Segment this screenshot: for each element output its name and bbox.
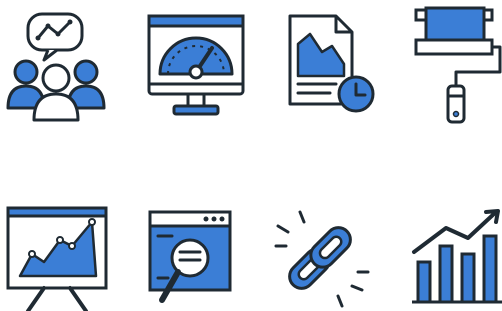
browser-search-magnifier-icon — [148, 210, 232, 303]
icon-sheet — [0, 0, 502, 311]
presentation-board-chart-icon — [6, 206, 108, 311]
team-discussion-analytics-icon — [6, 12, 106, 122]
growth-bar-chart-icon — [412, 209, 502, 304]
paint-roller-icon — [414, 6, 502, 124]
document-chart-clock-icon — [288, 14, 375, 113]
broken-chain-link-icon — [274, 210, 370, 308]
icon-grid — [6, 6, 502, 311]
speedometer-monitor-icon — [147, 14, 245, 116]
